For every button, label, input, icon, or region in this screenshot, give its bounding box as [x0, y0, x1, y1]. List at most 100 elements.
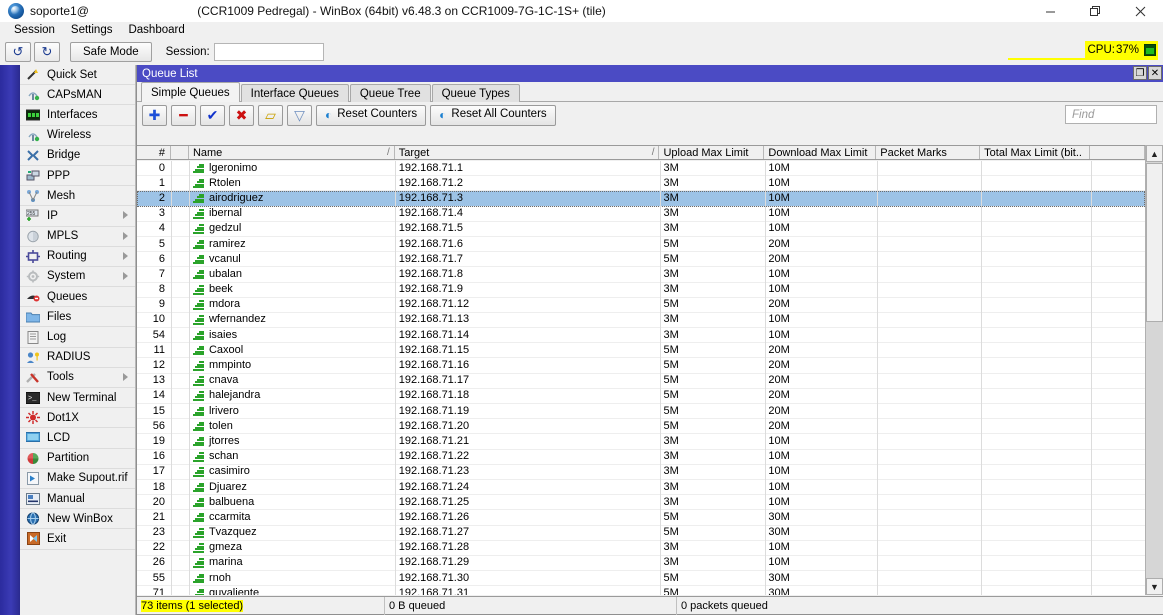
tab-queue-tree[interactable]: Queue Tree: [350, 84, 431, 102]
menu-item-settings[interactable]: Settings: [63, 22, 121, 39]
table-row[interactable]: 55rnoh192.168.71.305M30M: [137, 571, 1145, 586]
sidebar-item-ip[interactable]: 255IP: [20, 206, 135, 226]
table-row[interactable]: 8beek192.168.71.93M10M: [137, 283, 1145, 298]
table-row[interactable]: 6vcanul192.168.71.75M20M: [137, 252, 1145, 267]
disable-button[interactable]: ✖: [229, 105, 254, 126]
table-row[interactable]: 20balbuena192.168.71.253M10M: [137, 495, 1145, 510]
table-row[interactable]: 23Tvazquez192.168.71.275M30M: [137, 526, 1145, 541]
sidebar-item-make-supout-rif[interactable]: Make Supout.rif: [20, 469, 135, 489]
row-upload-cell: 3M: [659, 480, 764, 495]
sidebar-item-mpls[interactable]: MPLS: [20, 227, 135, 247]
sidebar-item-files[interactable]: Files: [20, 307, 135, 327]
safe-mode-button[interactable]: Safe Mode: [70, 42, 152, 62]
scroll-up-icon[interactable]: ▲: [1146, 145, 1163, 162]
table-row[interactable]: 18Djuarez192.168.71.243M10M: [137, 480, 1145, 495]
table-row[interactable]: 21ccarmita192.168.71.265M30M: [137, 510, 1145, 525]
column-header-name[interactable]: Name/: [189, 146, 395, 159]
close-icon[interactable]: [1118, 0, 1163, 22]
column-header-target[interactable]: Target/: [395, 146, 660, 159]
sidebar-item-new-winbox[interactable]: New WinBox: [20, 509, 135, 529]
table-row[interactable]: 56tolen192.168.71.205M20M: [137, 419, 1145, 434]
table-row[interactable]: 17casimiro192.168.71.233M10M: [137, 465, 1145, 480]
tab-simple-queues[interactable]: Simple Queues: [141, 82, 240, 102]
sidebar-item-exit[interactable]: Exit: [20, 529, 135, 549]
table-row[interactable]: 3ibernal192.168.71.43M10M: [137, 207, 1145, 222]
queue-list-title-bar[interactable]: Queue List ❐ ✕: [137, 65, 1163, 82]
sidebar-item-routing[interactable]: Routing: [20, 247, 135, 267]
reset-all-counters-button[interactable]: ◐Reset All Counters: [430, 105, 556, 126]
find-input[interactable]: Find: [1065, 105, 1157, 124]
sidebar-item-lcd[interactable]: LCD: [20, 428, 135, 448]
sidebar-item-bridge[interactable]: Bridge: [20, 146, 135, 166]
column-header-upload-max-limit[interactable]: Upload Max Limit: [659, 146, 764, 159]
menu-item-session[interactable]: Session: [6, 22, 63, 39]
column-header-download-max-limit[interactable]: Download Max Limit: [764, 146, 876, 159]
sidebar-item-mesh[interactable]: Mesh: [20, 186, 135, 206]
sidebar-item-ppp[interactable]: PPP: [20, 166, 135, 186]
column-header-packet-marks[interactable]: Packet Marks: [876, 146, 980, 159]
sidebar-item-capsman[interactable]: CAPsMAN: [20, 85, 135, 105]
table-row[interactable]: 9mdora192.168.71.125M20M: [137, 298, 1145, 313]
filter-button[interactable]: ▽: [287, 105, 312, 126]
sidebar-item-quick-set[interactable]: Quick Set: [20, 65, 135, 85]
table-row[interactable]: 4gedzul192.168.71.53M10M: [137, 222, 1145, 237]
column-header-[interactable]: #: [137, 146, 171, 159]
sidebar-item-wireless[interactable]: Wireless: [20, 126, 135, 146]
vertical-scrollbar[interactable]: ▲ ▼: [1145, 145, 1163, 595]
queue-restore-icon[interactable]: ❐: [1133, 66, 1147, 80]
sidebar-item-system[interactable]: System: [20, 267, 135, 287]
enable-button[interactable]: ✔: [200, 105, 225, 126]
table-row[interactable]: 71guvaliente192.168.71.315M30M: [137, 586, 1145, 595]
table-row[interactable]: 5ramirez192.168.71.65M20M: [137, 237, 1145, 252]
column-header-total-max-limit-bit[interactable]: Total Max Limit (bit..: [980, 146, 1090, 159]
row-name-cell: rnoh: [189, 571, 395, 586]
table-row[interactable]: 14halejandra192.168.71.185M20M: [137, 389, 1145, 404]
reset-counters-button[interactable]: ◐Reset Counters: [316, 105, 426, 126]
undo-icon[interactable]: ↺: [5, 42, 31, 62]
table-row[interactable]: 12mmpinto192.168.71.165M20M: [137, 358, 1145, 373]
sidebar-item-partition[interactable]: Partition: [20, 449, 135, 469]
queue-close-icon[interactable]: ✕: [1148, 66, 1162, 80]
scrollbar-thumb[interactable]: [1146, 163, 1163, 322]
tab-interface-queues[interactable]: Interface Queues: [241, 84, 349, 102]
comment-button[interactable]: ▱: [258, 105, 283, 126]
row-index-cell: 0: [137, 161, 171, 176]
sidebar-item-radius[interactable]: RADIUS: [20, 348, 135, 368]
table-row[interactable]: 1Rtolen192.168.71.23M10M: [137, 176, 1145, 191]
column-header-blank-8[interactable]: [1090, 146, 1145, 159]
sidebar-item-tools[interactable]: Tools: [20, 368, 135, 388]
table-row[interactable]: 7ubalan192.168.71.83M10M: [137, 267, 1145, 282]
table-row[interactable]: 2airodriguez192.168.71.33M10M: [137, 191, 1145, 206]
row-download-cell: 20M: [764, 404, 876, 419]
table-row[interactable]: 0lgeronimo192.168.71.13M10M: [137, 161, 1145, 176]
column-header-blank-1[interactable]: [171, 146, 189, 159]
table-row[interactable]: 54isaies192.168.71.143M10M: [137, 328, 1145, 343]
menu-item-dashboard[interactable]: Dashboard: [120, 22, 192, 39]
redo-icon[interactable]: ↻: [34, 42, 60, 62]
table-row[interactable]: 11Caxool192.168.71.155M20M: [137, 343, 1145, 358]
session-input[interactable]: [214, 43, 324, 61]
sidebar-item-log[interactable]: Log: [20, 327, 135, 347]
table-row[interactable]: 16schan192.168.71.223M10M: [137, 450, 1145, 465]
table-row[interactable]: 19jtorres192.168.71.213M10M: [137, 434, 1145, 449]
table-row[interactable]: 15lrivero192.168.71.195M20M: [137, 404, 1145, 419]
remove-button[interactable]: ━: [171, 105, 196, 126]
table-row[interactable]: 10wfernandez192.168.71.133M10M: [137, 313, 1145, 328]
row-upload-cell: 3M: [659, 221, 764, 236]
scroll-down-icon[interactable]: ▼: [1146, 578, 1163, 595]
table-row[interactable]: 26marina192.168.71.293M10M: [137, 556, 1145, 571]
tab-queue-types[interactable]: Queue Types: [432, 84, 520, 102]
row-target-cell: 192.168.71.13: [395, 312, 660, 327]
row-upload-cell: 5M: [659, 404, 764, 419]
minimize-icon[interactable]: [1028, 0, 1073, 22]
sidebar-item-dot1x[interactable]: Dot1X: [20, 408, 135, 428]
sidebar-item-new-terminal[interactable]: >_New Terminal: [20, 388, 135, 408]
sidebar-item-queues[interactable]: Queues: [20, 287, 135, 307]
table-row[interactable]: 13cnava192.168.71.175M20M: [137, 374, 1145, 389]
sidebar-item-interfaces[interactable]: Interfaces: [20, 105, 135, 125]
add-button[interactable]: ✚: [142, 105, 167, 126]
sidebar-item-manual[interactable]: Manual: [20, 489, 135, 509]
table-row[interactable]: 22gmeza192.168.71.283M10M: [137, 541, 1145, 556]
restore-icon[interactable]: [1073, 0, 1118, 22]
row-name-cell: isaies: [189, 328, 395, 343]
